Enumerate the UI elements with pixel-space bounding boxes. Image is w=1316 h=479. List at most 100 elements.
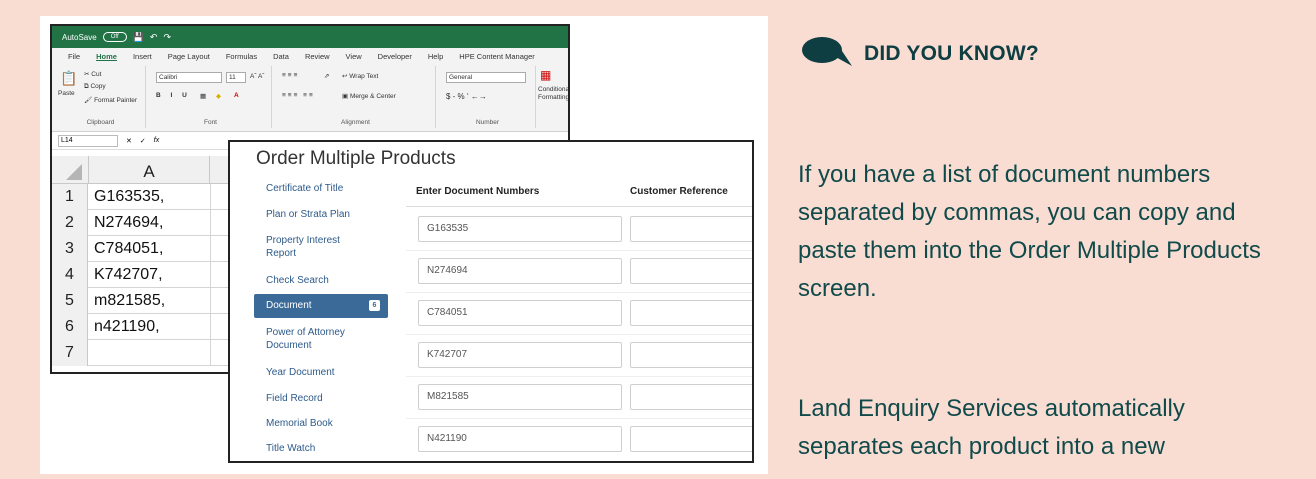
tab-review[interactable]: Review xyxy=(297,52,338,61)
row-number[interactable]: 5 xyxy=(52,288,88,314)
clipboard-group: 📋 Paste ✂ Cut ⧉ Copy 🖌 Format Painter Cl… xyxy=(56,66,146,128)
nav-item-label: Document xyxy=(266,300,312,311)
tab-help[interactable]: Help xyxy=(420,52,451,61)
paste-icon[interactable]: 📋 xyxy=(60,70,77,87)
brush-icon: 🖌 xyxy=(84,97,95,104)
tab-hpe-content-manager[interactable]: HPE Content Manager xyxy=(451,52,542,61)
alignment-group: ≡≡≡ ⇗ ↩ Wrap Text ≡≡≡ ≡≡ ▣ Merge & Cente… xyxy=(276,66,436,128)
save-icon[interactable]: 💾 xyxy=(133,32,144,43)
nav-item-year-document[interactable]: Year Document xyxy=(254,366,388,379)
document-number-input[interactable]: K742707 xyxy=(418,342,622,368)
customer-reference-input[interactable] xyxy=(630,342,752,368)
font-group: Calibri 11 Aˆ Aˇ B I U ▦ ◆ A Font xyxy=(150,66,272,128)
number-label: Number xyxy=(475,119,500,126)
nav-item-title-watch[interactable]: Title Watch xyxy=(254,442,388,455)
nav-item-power-of-attorney-document[interactable]: Power of Attorney Document xyxy=(254,326,364,352)
copy-button[interactable]: ⧉ Copy xyxy=(84,83,106,91)
row-number[interactable]: 7 xyxy=(52,340,88,366)
cell-a4[interactable]: K742707, xyxy=(94,262,163,288)
cell-divider xyxy=(210,340,211,366)
document-number-input[interactable]: G163535 xyxy=(418,216,622,242)
cell-a5[interactable]: m821585, xyxy=(94,288,165,314)
horizontal-align-icons[interactable]: ≡≡≡ ≡≡ xyxy=(282,92,315,99)
document-number-input[interactable]: N421190 xyxy=(418,426,622,452)
row-number[interactable]: 2 xyxy=(52,210,88,236)
tab-home[interactable]: Home xyxy=(88,52,125,61)
tab-page-layout[interactable]: Page Layout xyxy=(160,52,218,61)
row-number[interactable]: 4 xyxy=(52,262,88,288)
cell-a2[interactable]: N274694, xyxy=(94,210,163,236)
font-grow-icon[interactable]: Aˆ Aˇ xyxy=(250,73,264,80)
tab-developer[interactable]: Developer xyxy=(370,52,420,61)
nav-item-document[interactable]: Document 6 xyxy=(254,294,388,318)
row-number[interactable]: 3 xyxy=(52,236,88,262)
order-multiple-products-window: Order Multiple Products Certificate of T… xyxy=(228,140,754,463)
wrap-text-button[interactable]: ↩ Wrap Text xyxy=(342,72,378,80)
paste-button[interactable]: Paste xyxy=(58,90,75,97)
font-label: Font xyxy=(203,119,217,126)
select-all-icon[interactable] xyxy=(66,164,82,180)
row-number[interactable]: 1 xyxy=(52,184,88,210)
font-size-select[interactable]: 11 xyxy=(226,72,246,83)
merge-center-button[interactable]: ▣ Merge & Center xyxy=(342,92,396,100)
tab-view[interactable]: View xyxy=(338,52,370,61)
cell-a3[interactable]: C784051, xyxy=(94,236,163,262)
nav-item-field-record[interactable]: Field Record xyxy=(254,392,388,405)
redo-icon[interactable]: ↷ xyxy=(163,32,171,43)
format-painter-button[interactable]: 🖌 Format Painter xyxy=(84,96,137,104)
customer-reference-input[interactable] xyxy=(630,384,752,410)
cell-a6[interactable]: n421190, xyxy=(94,314,160,340)
document-number-input[interactable]: M821585 xyxy=(418,384,622,410)
vertical-align-icons[interactable]: ≡≡≡ xyxy=(282,72,299,79)
nav-item-check-search[interactable]: Check Search xyxy=(254,274,388,287)
number-format-select[interactable]: General xyxy=(446,72,526,83)
document-number-input[interactable]: N274694 xyxy=(418,258,622,284)
excel-titlebar: AutoSave Off 💾 ↶ ↷ xyxy=(52,26,568,48)
fill-color-icon[interactable]: ◆ xyxy=(216,92,221,100)
cell-divider xyxy=(210,184,211,210)
clipboard-label: Clipboard xyxy=(86,119,115,126)
nav-item-plan-or-strata-plan[interactable]: Plan or Strata Plan xyxy=(254,208,388,221)
conditional-formatting-button[interactable]: Conditional Formatting xyxy=(538,86,568,102)
tab-insert[interactable]: Insert xyxy=(125,52,160,61)
document-number-input[interactable]: C784051 xyxy=(418,300,622,326)
number-format-icons[interactable]: $ - % ‘ ←→ xyxy=(446,92,487,101)
tab-formulas[interactable]: Formulas xyxy=(218,52,265,61)
autosave-toggle[interactable]: Off xyxy=(102,32,127,42)
ribbon-tabs: File Home Insert Page Layout Formulas Da… xyxy=(52,48,568,64)
number-group: General $ - % ‘ ←→ Number xyxy=(440,66,536,128)
font-name-select[interactable]: Calibri xyxy=(156,72,222,83)
cell-divider xyxy=(210,288,211,314)
nav-item-memorial-book[interactable]: Memorial Book xyxy=(254,417,388,430)
column-header-customer-reference: Customer Reference xyxy=(630,186,728,197)
name-box[interactable]: L14 xyxy=(58,134,118,147)
cell-divider xyxy=(210,314,211,340)
customer-reference-input[interactable] xyxy=(630,258,752,284)
header-divider xyxy=(406,206,752,207)
cut-button[interactable]: ✂ Cut xyxy=(84,70,101,78)
border-icon[interactable]: ▦ xyxy=(200,92,206,100)
autosave-label: AutoSave xyxy=(62,32,97,42)
tab-data[interactable]: Data xyxy=(265,52,297,61)
ribbon: 📋 Paste ✂ Cut ⧉ Copy 🖌 Format Painter Cl… xyxy=(52,64,568,132)
customer-reference-input[interactable] xyxy=(630,300,752,326)
font-style-buttons[interactable]: B I U xyxy=(156,92,191,99)
speech-bubble-icon xyxy=(802,37,852,66)
font-color-icon[interactable]: A xyxy=(234,92,239,99)
customer-reference-input[interactable] xyxy=(630,426,752,452)
customer-reference-input[interactable] xyxy=(630,216,752,242)
nav-item-certificate-of-title[interactable]: Certificate of Title xyxy=(254,182,388,195)
column-header-a[interactable]: A xyxy=(88,156,210,184)
nav-item-property-interest-report[interactable]: Property Interest Report xyxy=(254,234,364,260)
fx-icon[interactable]: fx xyxy=(154,137,159,144)
check-icon[interactable]: ✓ xyxy=(140,137,146,145)
cancel-icon[interactable]: ✕ xyxy=(126,137,132,145)
undo-icon[interactable]: ↶ xyxy=(150,32,158,43)
conditional-formatting-icon[interactable]: ▦ xyxy=(540,68,551,82)
cell-divider xyxy=(210,262,211,288)
row-number[interactable]: 6 xyxy=(52,314,88,340)
cell-a1[interactable]: G163535, xyxy=(94,184,164,210)
tab-file[interactable]: File xyxy=(60,52,88,61)
orientation-icon[interactable]: ⇗ xyxy=(324,72,329,80)
callout-title: DID YOU KNOW? xyxy=(864,42,1039,65)
